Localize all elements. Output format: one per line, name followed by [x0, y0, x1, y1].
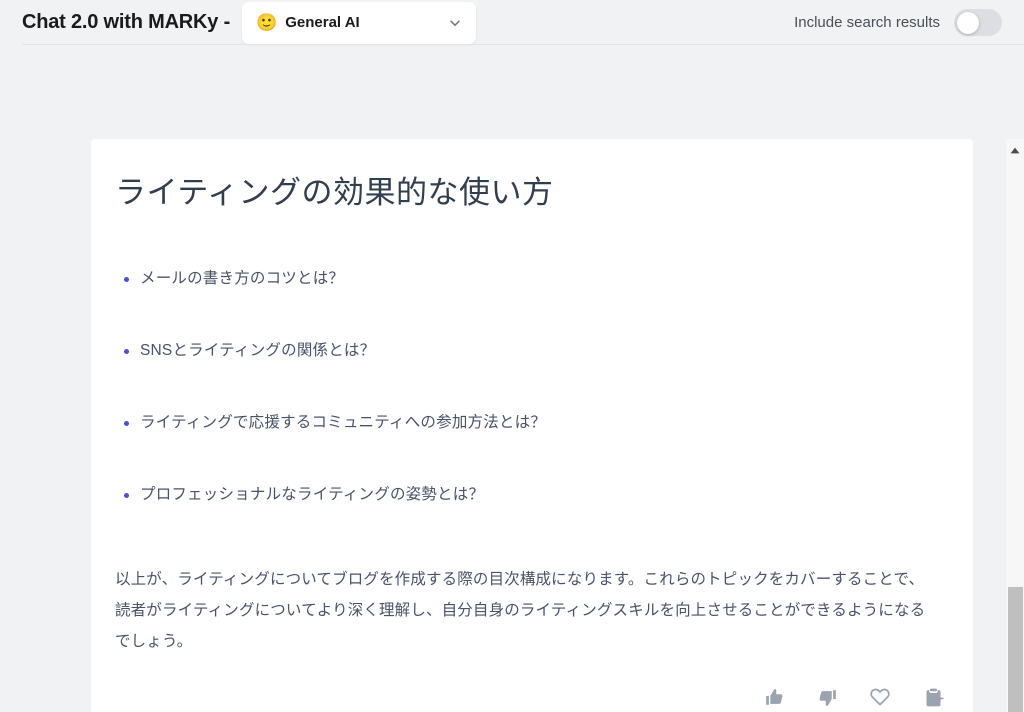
list-item: メールの書き方のコツとは？ [115, 267, 949, 292]
thumbs-down-icon[interactable] [815, 685, 839, 709]
model-selector-dropdown[interactable]: 🙂 General AI [242, 1, 477, 44]
scrollbar-thumb[interactable] [1008, 587, 1023, 712]
message-content: ライティングの効果的な使い方 メールの書き方のコツとは？ SNSとライティングの… [91, 173, 973, 657]
include-search-results-toggle[interactable] [954, 9, 1002, 36]
closing-paragraph: 以上が、ライティングについてブログを作成する際の目次構成になります。これらのトピ… [115, 571, 926, 651]
chat-main-area: ライティングの効果的な使い方 メールの書き方のコツとは？ SNSとライティングの… [0, 45, 1024, 712]
thumbs-up-icon[interactable] [762, 685, 786, 709]
assistant-message-card: ライティングの効果的な使い方 メールの書き方のコツとは？ SNSとライティングの… [91, 139, 973, 712]
message-actions [762, 685, 945, 709]
copy-clipboard-icon[interactable] [921, 685, 945, 709]
topic-list: メールの書き方のコツとは？ SNSとライティングの関係とは？ ライティングで応援… [115, 267, 949, 507]
app-header: Chat 2.0 with MARKy - 🙂 General AI Inclu… [0, 0, 1024, 45]
slightly-smiling-face-icon: 🙂 [256, 13, 278, 32]
list-item: ライティングで応援するコミュニティへの参加方法とは？ [115, 411, 949, 436]
toggle-knob [956, 11, 979, 34]
triangle-up-icon [1010, 147, 1020, 154]
scrollbar-track[interactable] [1007, 156, 1023, 712]
chevron-down-icon [448, 16, 462, 30]
page-title: Chat 2.0 with MARKy - [22, 11, 231, 33]
list-item: SNSとライティングの関係とは？ [115, 339, 949, 364]
model-selector-label: General AI [285, 14, 360, 31]
page-scrollbar[interactable] [1006, 139, 1024, 712]
message-title: ライティングの効果的な使い方 [115, 175, 554, 210]
list-item: プロフェッショナルなライティングの姿勢とは？ [115, 483, 949, 508]
search-results-toggle-group: Include search results [794, 9, 1002, 36]
heart-icon[interactable] [868, 685, 892, 709]
search-results-toggle-label: Include search results [794, 14, 940, 31]
